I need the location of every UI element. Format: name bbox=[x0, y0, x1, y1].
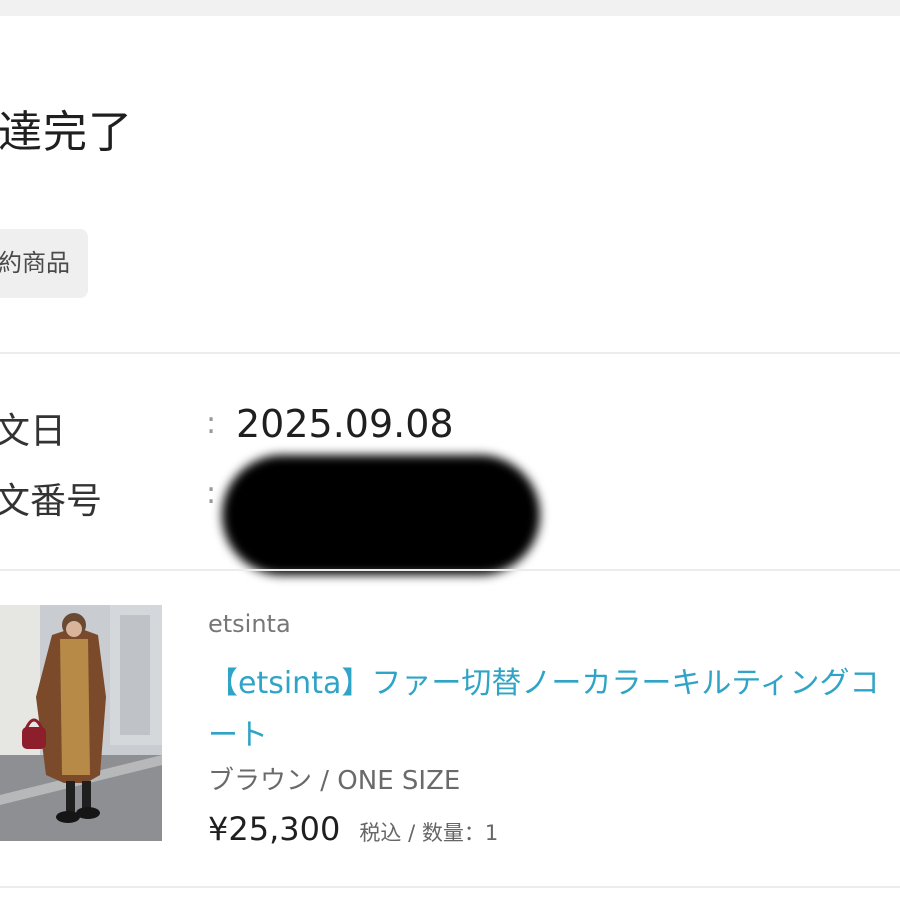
delivery-status-title: 達完了 bbox=[0, 107, 133, 158]
order-date-label: 文日 bbox=[0, 411, 67, 452]
separator: : bbox=[206, 406, 217, 441]
divider bbox=[0, 886, 900, 888]
order-date-value: 2025.09.08 bbox=[236, 402, 454, 446]
product-brand: etsinta bbox=[208, 610, 291, 638]
price-row: ¥25,300 税込 / 数量：1 bbox=[208, 810, 498, 848]
separator: : bbox=[206, 476, 217, 511]
redaction-mark bbox=[222, 455, 540, 575]
price-meta: 税込 / 数量：1 bbox=[359, 821, 499, 845]
order-number-label: 文番号 bbox=[0, 481, 103, 522]
product-variant: ブラウン / ONE SIZE bbox=[208, 766, 461, 796]
product-thumbnail[interactable] bbox=[0, 605, 162, 841]
top-bar bbox=[0, 0, 900, 16]
divider bbox=[0, 352, 900, 354]
product-price: ¥25,300 bbox=[208, 810, 341, 848]
order-date-row: 文日 : 2025.09.08 bbox=[0, 398, 900, 458]
product-name-link[interactable]: 【etsinta】ファー切替ノーカラーキルティングコート bbox=[208, 658, 900, 762]
order-type-tag: 約商品 bbox=[0, 229, 88, 298]
product-photo-icon bbox=[0, 605, 162, 841]
divider bbox=[0, 569, 900, 571]
